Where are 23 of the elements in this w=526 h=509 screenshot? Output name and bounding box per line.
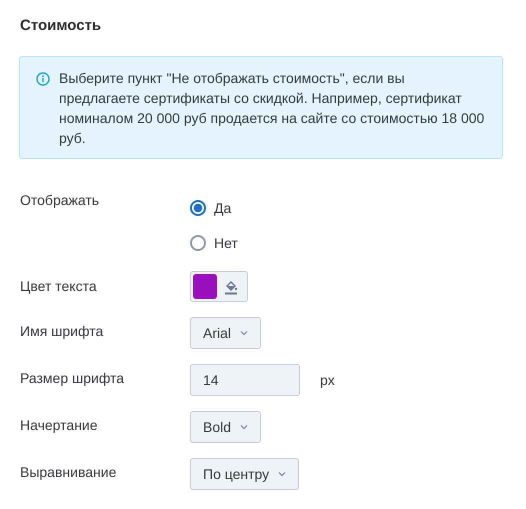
info-text: Выберите пункт "Не отображать стоимость", если вы предлагаете сертификаты со скидкой. Например, сертификат номиналом 20 000 руб продается на сайте со стоимостью 18 000 руб. xyxy=(59,69,486,148)
section-title: Стоимость xyxy=(20,16,102,36)
dropdown[interactable]: По центру xyxy=(190,458,300,490)
radio-option[interactable]: Да xyxy=(190,198,238,218)
radio-option[interactable]: Нет xyxy=(190,233,238,253)
info-icon xyxy=(36,72,50,86)
field-label: Размер шрифта xyxy=(19,369,126,388)
field-label: Начертание xyxy=(19,416,99,435)
dropdown[interactable]: Arial xyxy=(190,317,262,349)
unit-label: px xyxy=(320,371,335,390)
number-field[interactable]: 14 xyxy=(190,364,300,396)
chevron-down-icon xyxy=(240,330,248,336)
chevron-down-icon xyxy=(240,424,248,430)
radio-button[interactable] xyxy=(190,235,206,251)
dropdown[interactable]: Bold xyxy=(190,411,262,443)
paint-bucket-icon xyxy=(224,278,238,294)
color-picker[interactable] xyxy=(190,271,248,302)
chevron-down-icon xyxy=(278,471,286,477)
radio-button[interactable] xyxy=(190,200,206,216)
field-label: Отображать xyxy=(19,191,100,210)
field-label: Цвет текста xyxy=(19,277,98,296)
field-label: Выравнивание xyxy=(19,463,118,482)
field-label: Имя шрифта xyxy=(19,322,104,341)
